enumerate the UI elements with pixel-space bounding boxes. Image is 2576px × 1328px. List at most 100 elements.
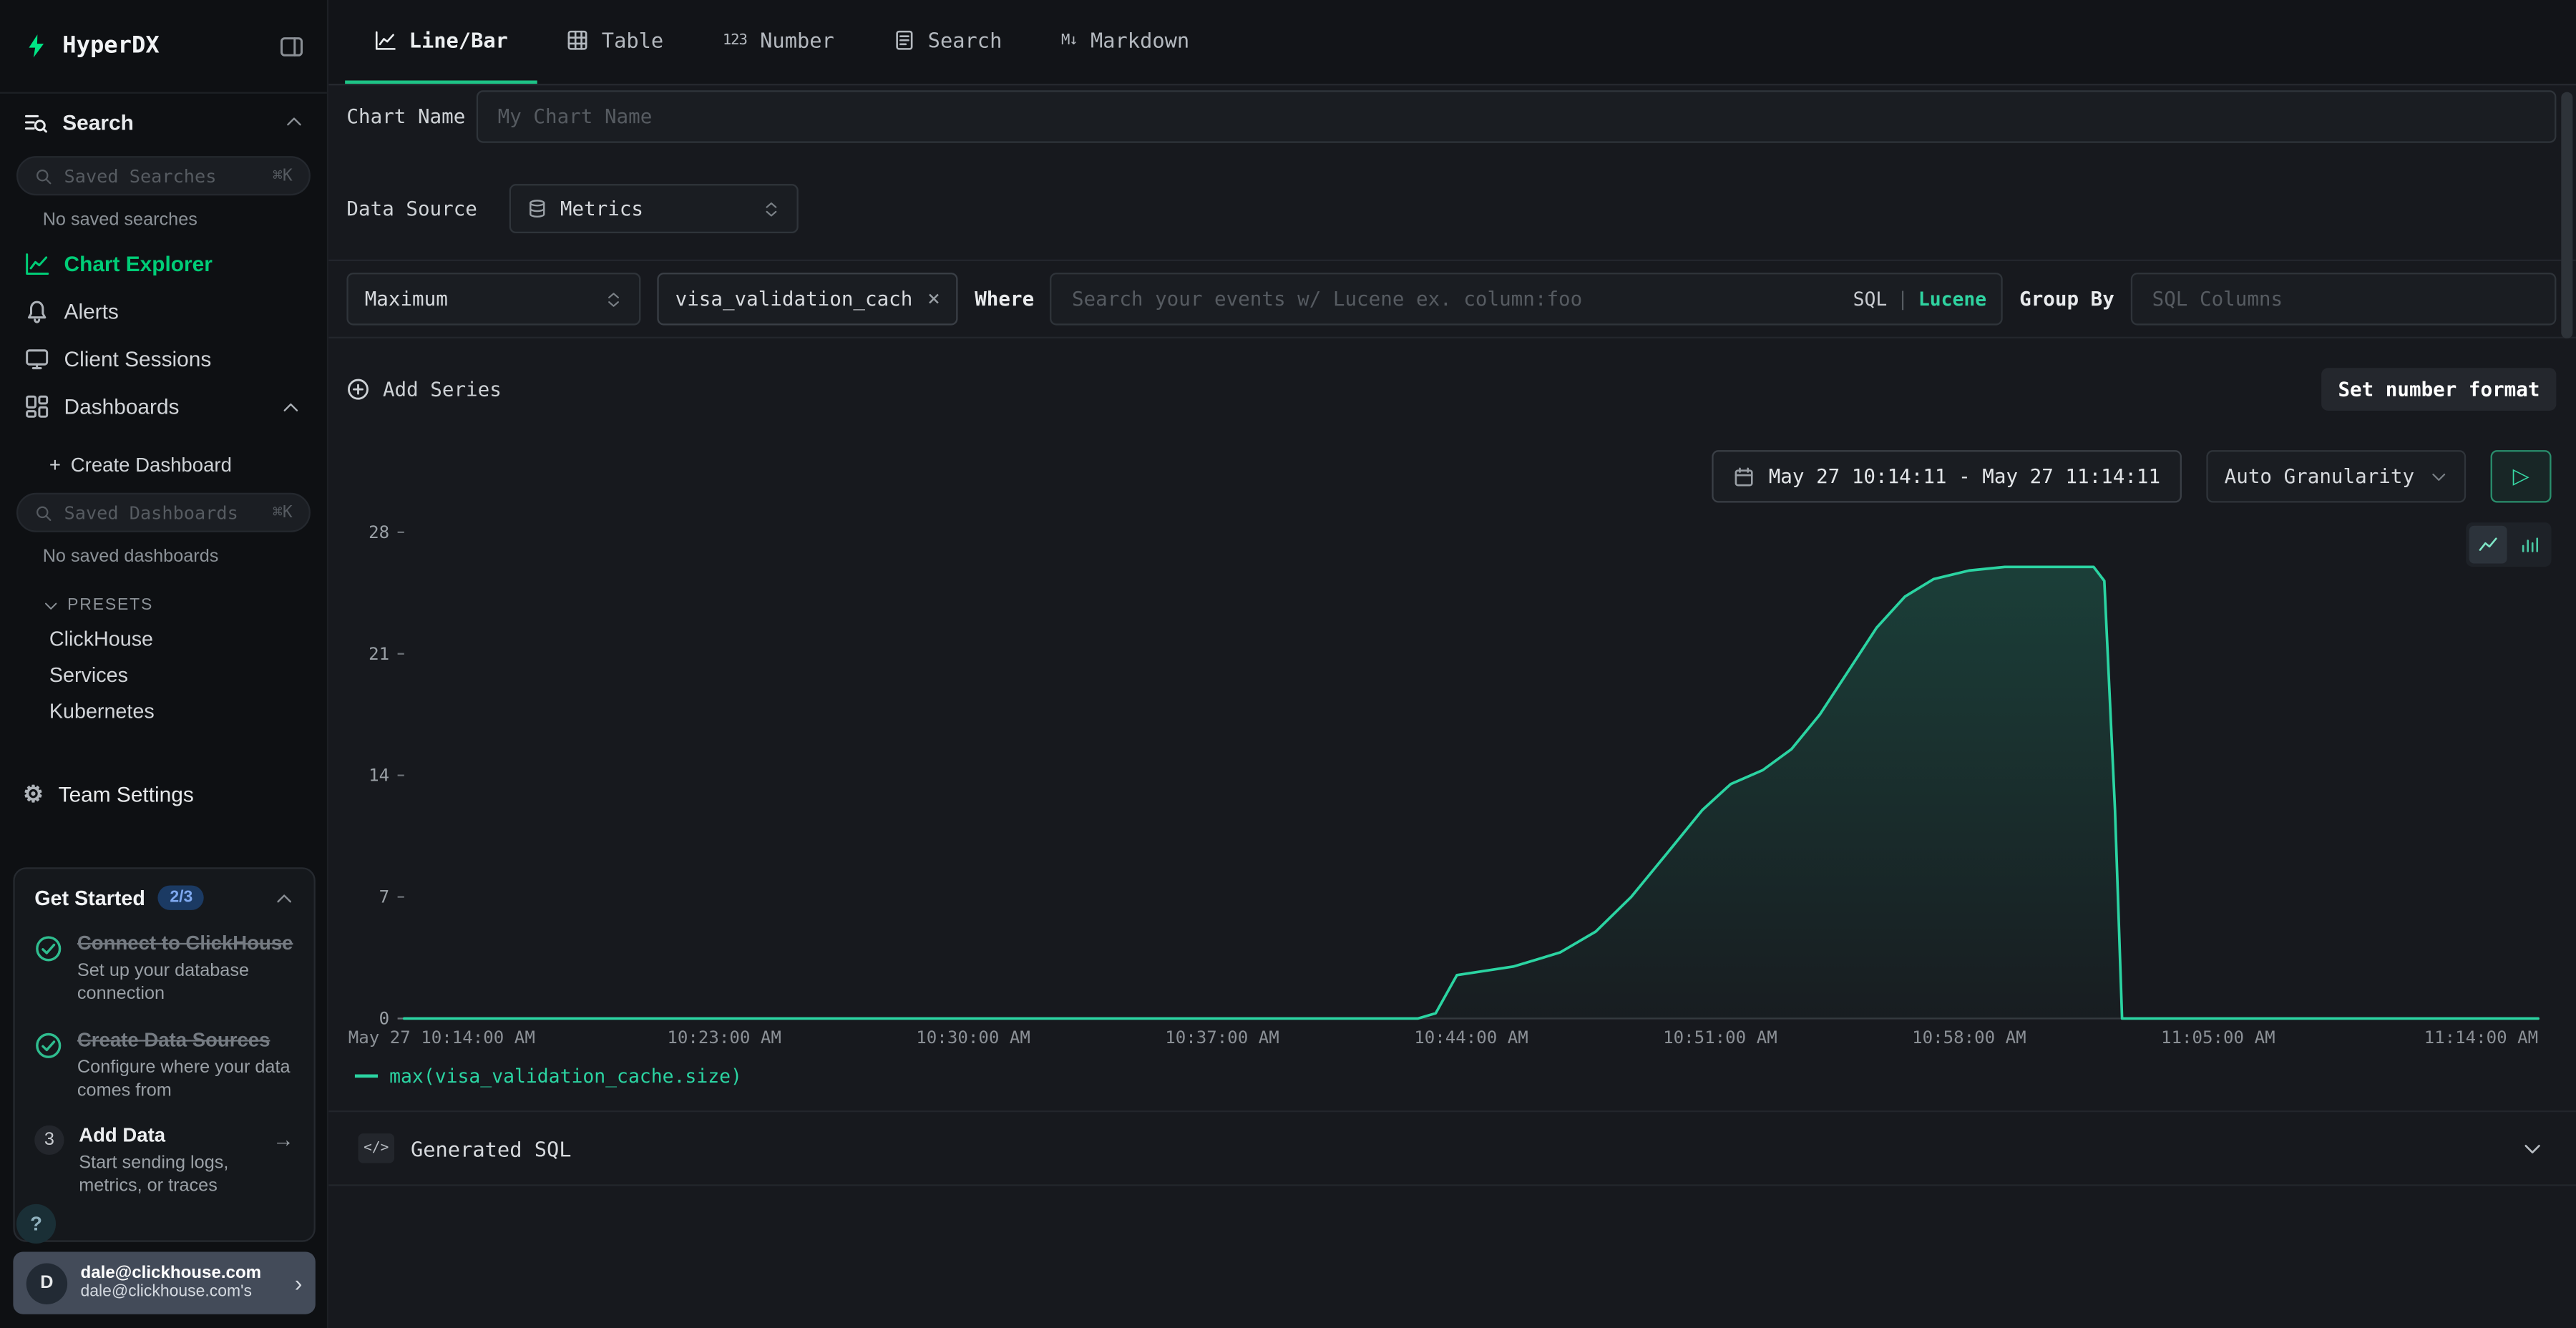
help-button[interactable]: ? xyxy=(16,1204,56,1244)
query-language-toggle: SQL | Lucene xyxy=(1853,273,1987,325)
chevron-up-icon[interactable] xyxy=(284,112,304,132)
remove-metric-icon[interactable]: × xyxy=(927,287,940,311)
check-circle-icon xyxy=(34,1031,62,1059)
brand-name: HyperDX xyxy=(62,33,159,59)
bell-icon xyxy=(23,299,49,323)
chevron-up-icon[interactable] xyxy=(274,888,294,908)
search-list-icon xyxy=(23,109,47,134)
data-source-value: Metrics xyxy=(560,197,643,220)
scrollbar-thumb[interactable] xyxy=(2561,92,2572,338)
check-circle-icon xyxy=(34,934,62,962)
step-subtitle: Start sending logs, metrics, or traces xyxy=(79,1152,258,1199)
date-range-value: May 27 10:14:11 - May 27 11:14:11 xyxy=(1769,465,2160,488)
line-chart[interactable]: 07142128May 27 10:14:00 AM10:23:00 AM10:… xyxy=(342,519,2557,1065)
search-section-header[interactable]: Search xyxy=(0,94,327,150)
line-view-toggle[interactable] xyxy=(2469,526,2507,564)
saved-searches-placeholder: Saved Searches xyxy=(64,165,217,187)
svg-text:21: 21 xyxy=(369,644,389,664)
set-number-format-button[interactable]: Set number format xyxy=(2322,368,2557,411)
svg-text:14: 14 xyxy=(369,766,389,786)
bar-chart-icon xyxy=(2519,534,2540,555)
sidebar-item-client-sessions[interactable]: Client Sessions xyxy=(0,335,327,383)
saved-dashboards-placeholder: Saved Dashboards xyxy=(64,502,238,523)
sidebar-item-team-settings[interactable]: ⚙ Team Settings xyxy=(0,766,327,821)
preset-item-kubernetes[interactable]: Kubernetes xyxy=(0,693,327,730)
bar-view-toggle[interactable] xyxy=(2510,526,2548,564)
tab-table[interactable]: Table xyxy=(537,0,693,84)
where-label: Where xyxy=(975,288,1034,311)
dashboard-grid-icon xyxy=(23,394,49,419)
tab-line-bar[interactable]: Line/Bar xyxy=(345,0,537,84)
no-saved-searches-text: No saved searches xyxy=(0,195,327,240)
sql-toggle[interactable]: SQL xyxy=(1853,288,1888,311)
sidebar-item-dashboards[interactable]: Dashboards xyxy=(0,383,327,431)
tab-markdown[interactable]: M↓ Markdown xyxy=(1032,0,1219,84)
chevron-down-icon xyxy=(43,597,59,614)
aggregation-select[interactable]: Maximum xyxy=(346,273,640,325)
add-series-button[interactable]: Add Series xyxy=(346,378,501,401)
lucene-toggle[interactable]: Lucene xyxy=(1918,288,1986,311)
saved-dashboards-input[interactable]: Saved Dashboards ⌘K xyxy=(16,493,311,532)
calendar-icon xyxy=(1732,466,1754,487)
tab-search[interactable]: Search xyxy=(864,0,1032,84)
run-query-button[interactable]: ▷ xyxy=(2491,450,2552,502)
chart-type-tabbar: Line/Bar Table 123 Number Search M↓ Ma xyxy=(328,0,2576,85)
step-add-data[interactable]: 3 Add Data Start sending logs, metrics, … xyxy=(15,1113,314,1209)
svg-text:10:51:00 AM: 10:51:00 AM xyxy=(1663,1027,1777,1048)
chart-name-input[interactable] xyxy=(477,90,2557,142)
preset-item-clickhouse[interactable]: ClickHouse xyxy=(0,621,327,658)
chart-display-toggle xyxy=(2466,522,2551,567)
sidebar-item-label: Dashboards xyxy=(64,394,180,419)
get-started-header[interactable]: Get Started 2/3 xyxy=(15,882,314,920)
step-title: Connect to ClickHouse xyxy=(77,932,294,956)
sidebar-item-chart-explorer[interactable]: Chart Explorer xyxy=(0,240,327,288)
team-settings-label: Team Settings xyxy=(59,781,194,806)
series-config-row: Maximum visa_validation_cach × Where SQL… xyxy=(328,260,2576,338)
legend-item[interactable]: max(visa_validation_cache.size) xyxy=(355,1065,742,1088)
code-icon: </> xyxy=(358,1133,395,1163)
svg-text:11:14:00 AM: 11:14:00 AM xyxy=(2424,1027,2539,1048)
sidebar-item-alerts[interactable]: Alerts xyxy=(0,288,327,336)
date-range-picker[interactable]: May 27 10:14:11 - May 27 11:14:11 xyxy=(1711,450,2182,502)
gear-icon: ⚙ xyxy=(23,779,44,807)
search-section-label: Search xyxy=(62,109,134,134)
svg-text:10:23:00 AM: 10:23:00 AM xyxy=(667,1027,781,1048)
granularity-select[interactable]: Auto Granularity xyxy=(2206,450,2466,502)
shortcut-hint: ⌘K xyxy=(273,504,293,522)
step-title: Create Data Sources xyxy=(77,1027,294,1052)
chevron-down-icon xyxy=(2430,467,2448,485)
svg-text:May 27 10:14:00 AM: May 27 10:14:00 AM xyxy=(348,1027,535,1048)
metric-chip[interactable]: visa_validation_cach × xyxy=(657,273,958,325)
app-window: HyperDX Search Saved Searches ⌘K No save… xyxy=(0,0,2576,1328)
step-subtitle: Configure where your data comes from xyxy=(77,1055,294,1103)
saved-searches-input[interactable]: Saved Searches ⌘K xyxy=(16,156,311,195)
group-by-label: Group By xyxy=(2019,288,2114,311)
tab-label: Search xyxy=(928,28,1002,52)
sidebar-item-label: Alerts xyxy=(64,299,119,323)
step-create-data-sources[interactable]: Create Data Sources Configure where your… xyxy=(15,1016,314,1113)
svg-text:28: 28 xyxy=(369,522,389,542)
chevron-down-icon xyxy=(2522,1138,2543,1159)
user-org: dale@clickhouse.com's xyxy=(80,1284,261,1304)
table-icon xyxy=(567,29,589,51)
magnifier-icon xyxy=(34,504,52,522)
user-menu[interactable]: D dale@clickhouse.com dale@clickhouse.co… xyxy=(13,1251,315,1314)
generated-sql-section[interactable]: </> Generated SQL xyxy=(328,1110,2576,1186)
data-source-select[interactable]: Metrics xyxy=(509,184,799,233)
time-controls-row: May 27 10:14:11 - May 27 11:14:11 Auto G… xyxy=(346,450,2551,502)
create-dashboard-button[interactable]: + Create Dashboard xyxy=(0,444,327,487)
group-by-input[interactable] xyxy=(2131,273,2557,325)
collapse-sidebar-icon[interactable] xyxy=(279,34,303,58)
updown-caret-icon xyxy=(605,290,623,308)
step-title: Add Data xyxy=(79,1124,258,1148)
tab-number[interactable]: 123 Number xyxy=(693,0,864,84)
chart-name-label: Chart Name xyxy=(346,105,476,128)
presets-header[interactable]: PRESETS xyxy=(0,577,327,621)
chevron-up-icon[interactable] xyxy=(278,396,304,416)
svg-text:10:44:00 AM: 10:44:00 AM xyxy=(1414,1027,1528,1048)
step-connect-clickhouse[interactable]: Connect to ClickHouse Set up your databa… xyxy=(15,920,314,1017)
plus-circle-icon xyxy=(346,378,369,401)
tab-label: Number xyxy=(760,28,834,52)
preset-item-services[interactable]: Services xyxy=(0,657,327,693)
where-input-wrap: SQL | Lucene xyxy=(1050,273,2003,325)
